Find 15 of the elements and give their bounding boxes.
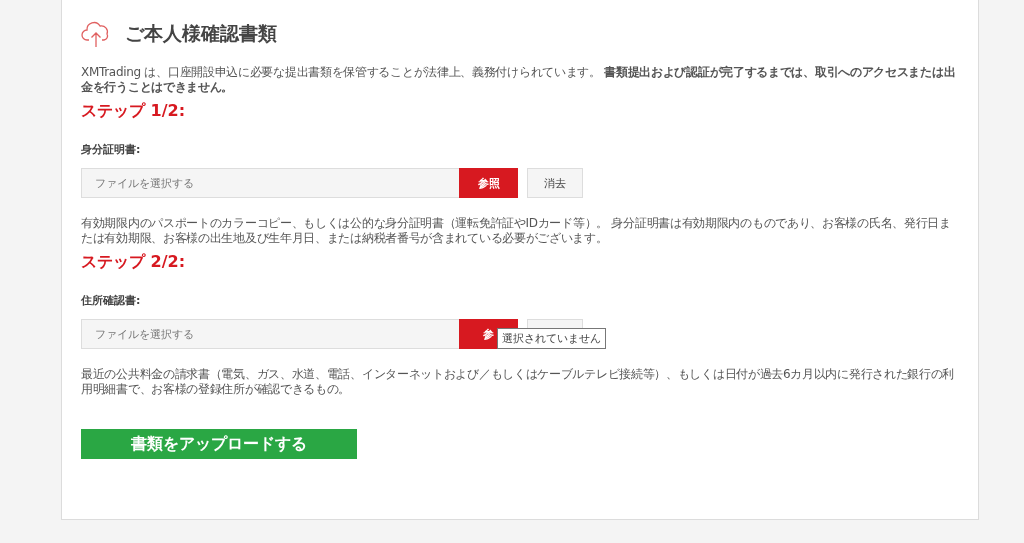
field-label: 身分証明書: (81, 142, 142, 157)
tooltip: 選択されていません (497, 328, 606, 349)
file-field[interactable]: ファイルを選択する (81, 168, 459, 198)
description-text: 最近の公共料金の請求書（電気、ガス、水道、電話、インターネットおよび／もしくはケーブルテレビ接続等）、もしくは日付が過去6カ月以内に発行された銀行の利用明細書で、お客様の登録住所が確認できるもの。 (81, 367, 956, 397)
step-heading: ステップ 2/2: (81, 252, 187, 273)
field-label: 住所確認書: (81, 293, 142, 308)
description-text: 有効期限内のパスポートのカラーコピー、もしくは公的な身分証明書（運転免許証やIDカード等）。 身分証明書は有効期限内のものであり、お客様の氏名、発行日または有効期限、お客様の出生地及び生年月日、または納税者番号が含まれている必要がございます。 (81, 216, 952, 246)
file-field[interactable]: ファイルを選択する (81, 319, 459, 349)
clear-button[interactable]: 消去 (527, 168, 583, 198)
cloud-upload-icon (81, 19, 111, 49)
step-heading: ステップ 1/2: (81, 101, 187, 122)
upload-button[interactable]: 書類をアップロードする (81, 429, 357, 459)
intro-text: XMTrading は、口座開設申込に必要な提出書類を保管することが法律上、義務付けられています。 書類提出および認証が完了するまでは、取引へのアクセスまたは出金を行うことはできません。 (81, 65, 957, 95)
page-title: ご本人様確認書類 (125, 21, 277, 46)
browse-button[interactable]: 参照 (459, 168, 518, 198)
